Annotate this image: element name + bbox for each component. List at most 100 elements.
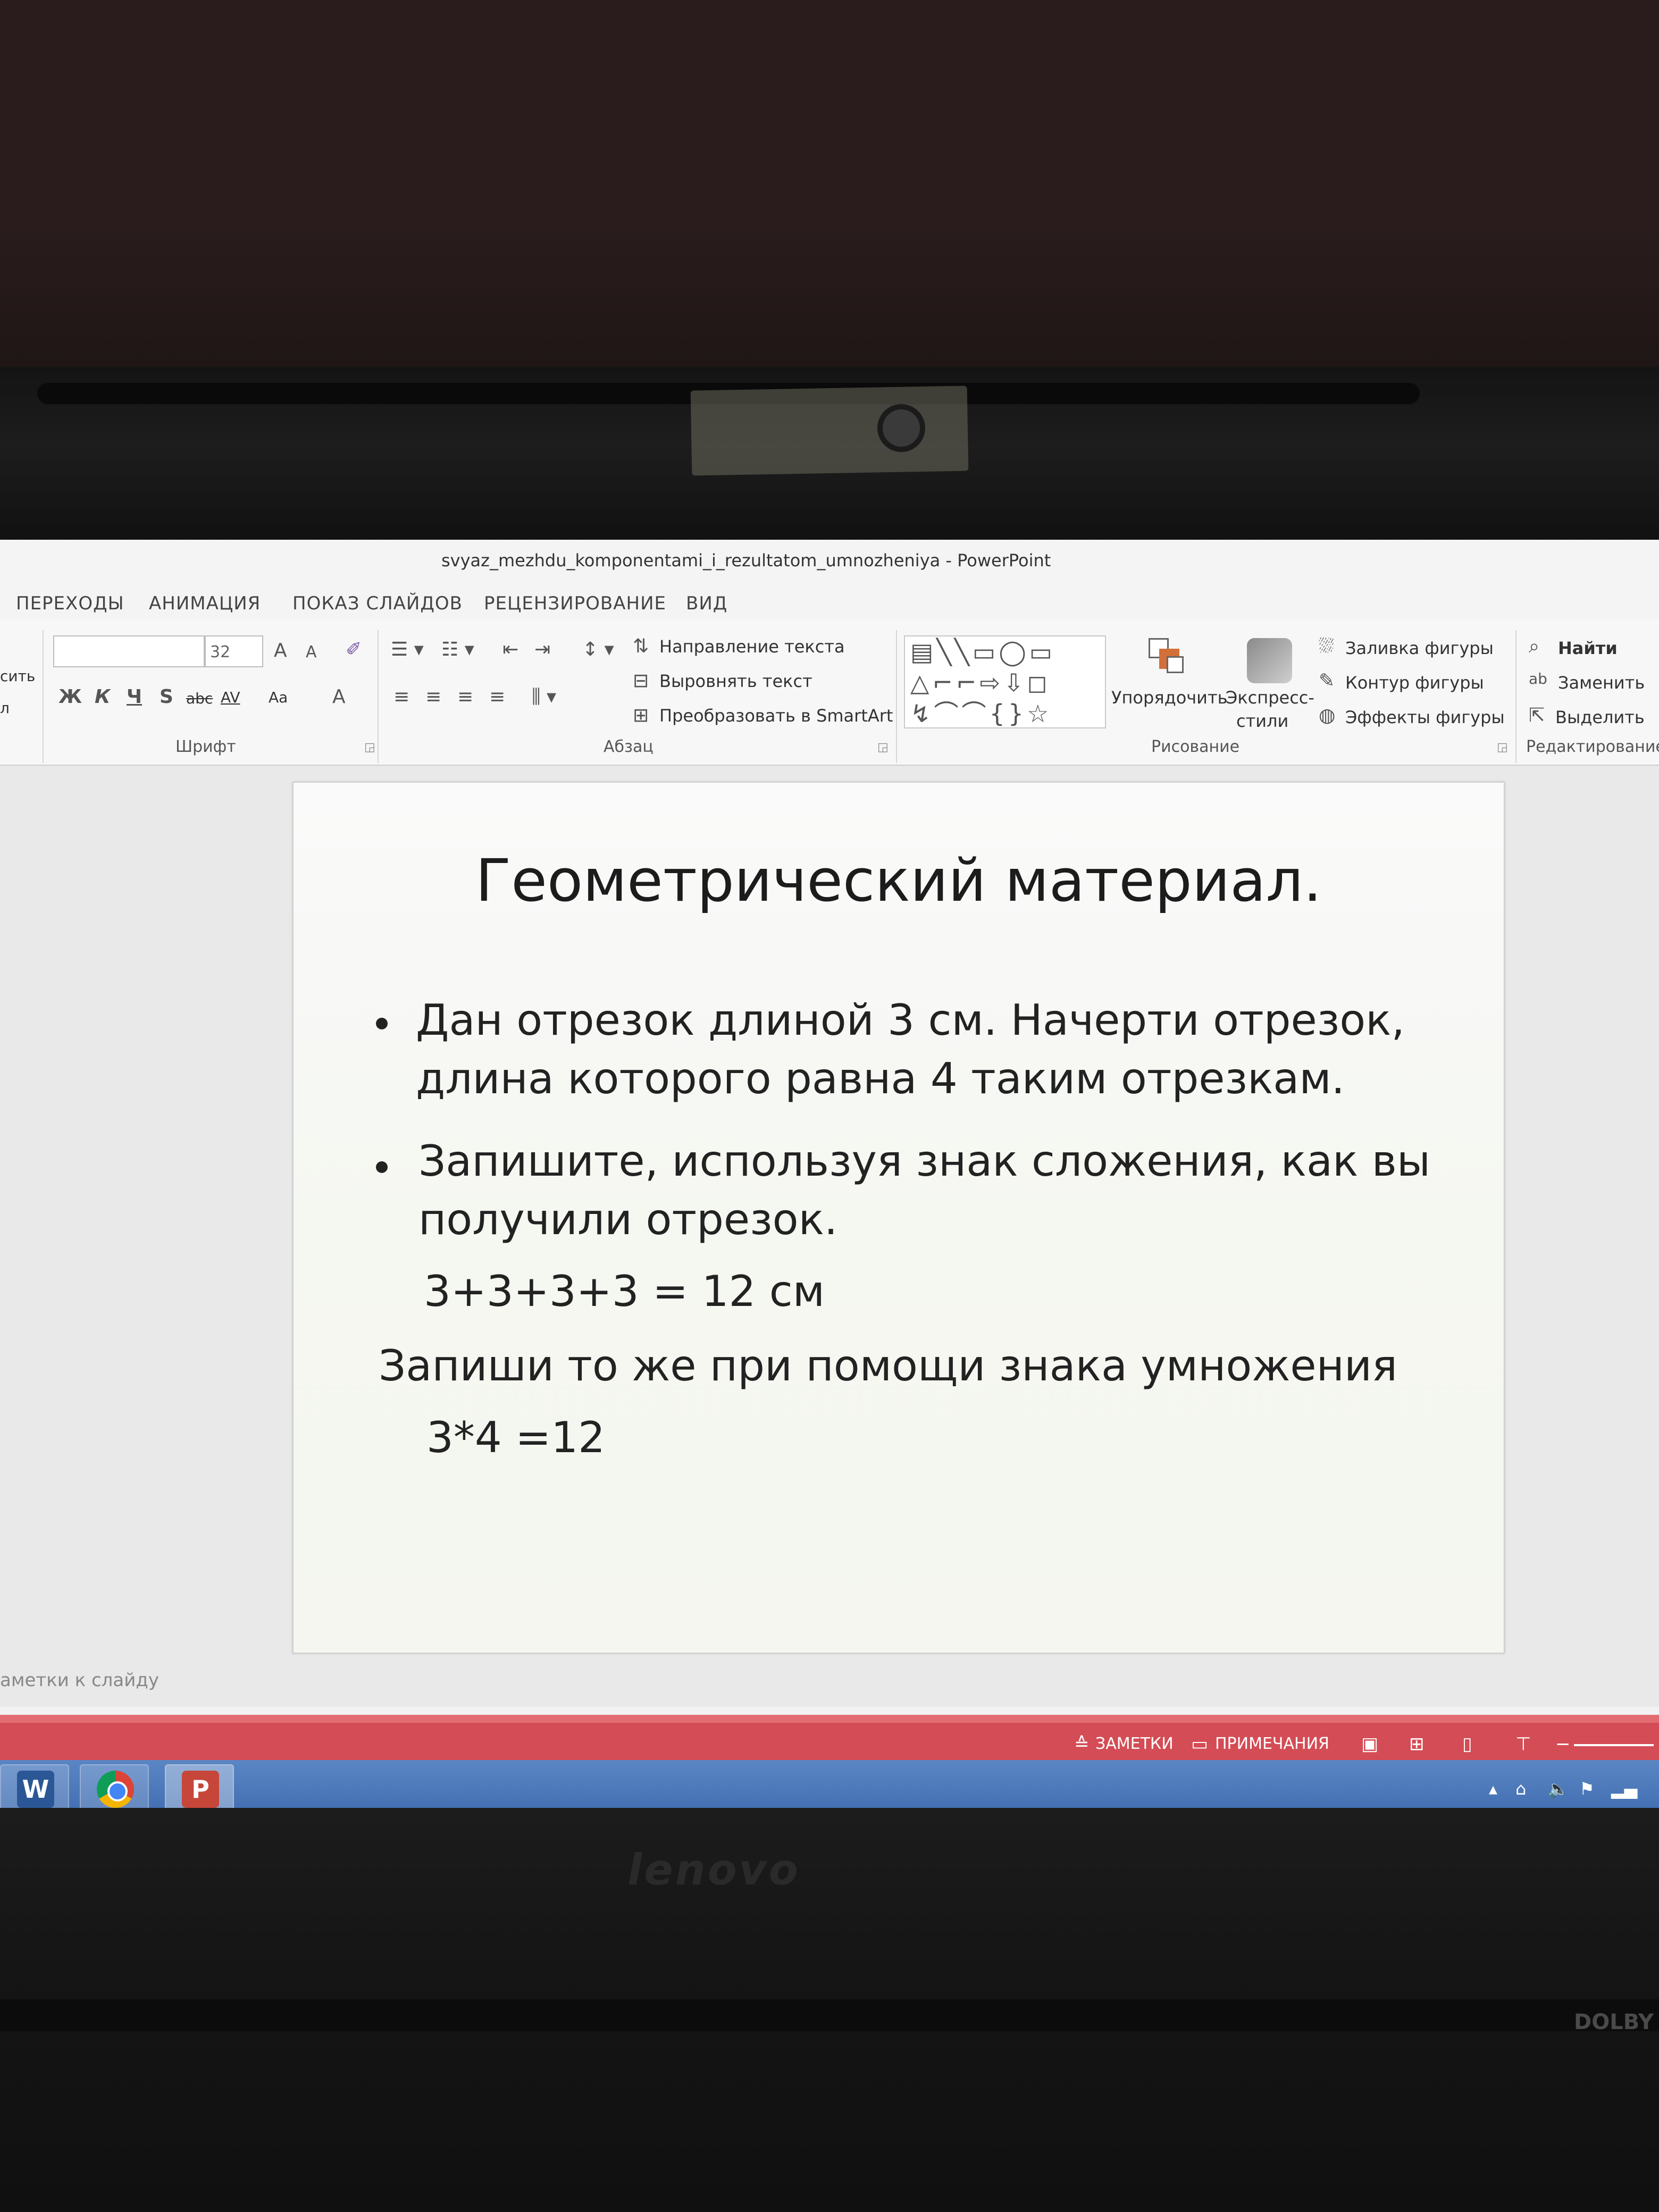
- clipboard-fragment-format[interactable]: л: [0, 699, 10, 717]
- zoom-out-icon[interactable]: −: [1555, 1733, 1571, 1755]
- line-spacing-icon[interactable]: ↕ ▾: [582, 639, 614, 660]
- taskbar: W P ▴ ⌂ 🔈 ⚑ ▂▄: [0, 1760, 1659, 1811]
- shape-outline-button[interactable]: Контур фигуры: [1345, 673, 1484, 693]
- comments-toggle[interactable]: ПРИМЕЧАНИЯ: [1215, 1735, 1329, 1753]
- editing-group-label: Редактирование: [1526, 738, 1659, 756]
- increase-indent-icon[interactable]: ⇥: [534, 639, 550, 660]
- shape-fill-button[interactable]: Заливка фигуры: [1345, 638, 1494, 658]
- reading-view-icon[interactable]: ▯: [1462, 1733, 1472, 1755]
- bullets-icon[interactable]: ☰ ▾: [391, 639, 424, 660]
- shape-fill-icon[interactable]: ⛆: [1319, 635, 1334, 658]
- paragraph-dialog-launcher-icon[interactable]: ◲: [877, 741, 889, 754]
- tray-overflow-icon[interactable]: ▴: [1489, 1779, 1497, 1799]
- slide-sorter-icon[interactable]: ⊞: [1409, 1733, 1425, 1755]
- tray-volume-icon[interactable]: 🔈: [1547, 1779, 1569, 1799]
- find-button[interactable]: Найти: [1558, 638, 1618, 658]
- tab-view[interactable]: ВИД: [686, 593, 727, 614]
- dolby-badge: DOLBY: [1574, 2010, 1654, 2034]
- text-direction-button[interactable]: Направление текста: [659, 636, 845, 657]
- bold-button[interactable]: Ж: [58, 686, 82, 708]
- bullet-1-line-1[interactable]: Дан отрезок длиной 3 см. Начерти отрезок…: [416, 995, 1405, 1045]
- notes-toggle[interactable]: ЗАМЕТКИ: [1095, 1735, 1174, 1753]
- numbering-icon[interactable]: ☷ ▾: [441, 639, 474, 660]
- taskbar-word-button[interactable]: W: [0, 1764, 69, 1811]
- comments-icon[interactable]: ▭: [1191, 1733, 1208, 1755]
- tray-flag-icon[interactable]: ⚑: [1579, 1779, 1595, 1799]
- select-button[interactable]: Выделить: [1555, 707, 1645, 727]
- tab-slideshow[interactable]: ПОКАЗ СЛАЙДОВ: [292, 593, 463, 614]
- slideshow-view-icon[interactable]: ⊤: [1515, 1733, 1531, 1755]
- group-separator: [378, 630, 379, 763]
- font-name-select[interactable]: [53, 635, 205, 667]
- tab-animation[interactable]: АНИМАЦИЯ: [149, 593, 261, 614]
- multiplication-equation[interactable]: 3*4 =12: [426, 1413, 605, 1462]
- taskbar-powerpoint-button[interactable]: P: [165, 1764, 234, 1811]
- select-icon[interactable]: ⇱: [1529, 705, 1545, 726]
- character-spacing-button[interactable]: AV: [221, 689, 240, 706]
- align-text-icon[interactable]: ⊟: [633, 670, 649, 692]
- convert-smartart-button[interactable]: Преобразовать в SmartArt: [659, 706, 893, 726]
- quick-styles-button-line2[interactable]: стили: [1236, 711, 1288, 731]
- group-separator: [1515, 630, 1516, 763]
- multiplication-instruction[interactable]: Запиши то же при помощи знака умножения: [379, 1341, 1397, 1390]
- tray-signal-icon[interactable]: ▂▄: [1611, 1779, 1637, 1799]
- shape-effects-button[interactable]: Эффекты фигуры: [1345, 707, 1505, 727]
- shape-outline-icon[interactable]: ✎: [1319, 670, 1335, 692]
- grow-font-button[interactable]: A: [274, 640, 287, 661]
- replace-icon[interactable]: ab: [1529, 670, 1547, 688]
- font-dialog-launcher-icon[interactable]: ◲: [364, 741, 375, 754]
- addition-equation[interactable]: 3+3+3+3 = 12 см: [424, 1267, 825, 1316]
- text-shadow-button[interactable]: S: [160, 686, 173, 708]
- shape-effects-icon[interactable]: ◍: [1319, 705, 1335, 726]
- columns-icon[interactable]: ⫼ ▾: [532, 686, 556, 708]
- slide-canvas[interactable]: Геометрический материал. Дан отрезок дли…: [292, 782, 1505, 1654]
- font-group-label: Шрифт: [175, 738, 236, 756]
- laptop-hinge: [0, 1999, 1659, 2031]
- underline-button[interactable]: Ч: [127, 686, 142, 708]
- screen: svyaz_mezhdu_komponentami_i_rezultatom_u…: [0, 540, 1659, 1811]
- italic-button[interactable]: К: [95, 686, 110, 708]
- drawing-dialog-launcher-icon[interactable]: ◲: [1497, 741, 1508, 754]
- decrease-indent-icon[interactable]: ⇤: [502, 639, 518, 660]
- arrange-icon[interactable]: [1149, 638, 1186, 675]
- bullet-1-line-2[interactable]: длина которого равна 4 таким отрезкам.: [416, 1054, 1345, 1103]
- align-right-icon[interactable]: ≡: [457, 686, 473, 708]
- quick-styles-button[interactable]: Экспресс-: [1226, 688, 1314, 708]
- bullet-2-line-2[interactable]: получили отрезок.: [418, 1195, 837, 1244]
- normal-view-icon[interactable]: ▣: [1361, 1733, 1378, 1755]
- notes-icon[interactable]: ≙: [1074, 1733, 1090, 1755]
- notes-placeholder[interactable]: аметки к слайду: [0, 1670, 159, 1691]
- tab-review[interactable]: РЕЦЕНЗИРОВАНИЕ: [484, 593, 666, 614]
- change-case-button[interactable]: Aa: [269, 689, 288, 706]
- justify-icon[interactable]: ≡: [489, 686, 505, 708]
- tab-transitions[interactable]: ПЕРЕХОДЫ: [16, 593, 124, 614]
- strikethrough-button[interactable]: abc: [186, 690, 213, 707]
- tray-network-icon[interactable]: ⌂: [1515, 1779, 1526, 1799]
- arrange-button[interactable]: Упорядочить: [1111, 688, 1227, 708]
- font-size-select[interactable]: 32: [205, 635, 263, 667]
- wall-background: [0, 0, 1659, 372]
- align-text-button[interactable]: Выровнять текст: [659, 671, 812, 691]
- text-direction-icon[interactable]: ⇅: [633, 635, 649, 657]
- slide-workspace: Геометрический материал. Дан отрезок дли…: [0, 766, 1659, 1707]
- webcam-sticker: [690, 386, 969, 476]
- align-left-icon[interactable]: ≡: [393, 686, 409, 708]
- smartart-icon[interactable]: ⊞: [633, 705, 649, 726]
- zoom-slider[interactable]: [1574, 1744, 1654, 1746]
- slide-title[interactable]: Геометрический материал.: [294, 847, 1504, 915]
- find-icon[interactable]: ⌕: [1529, 635, 1539, 658]
- font-color-button[interactable]: A: [332, 686, 346, 708]
- clipboard-fragment-paste[interactable]: сить: [0, 667, 35, 685]
- shapes-gallery[interactable]: ▤╲╲▭◯▭ △⌐⌐⇨⇩◻ ↯⌒⌒{}☆: [904, 635, 1106, 728]
- status-bar: ≙ ЗАМЕТКИ ▭ ПРИМЕЧАНИЯ ▣ ⊞ ▯ ⊤ −: [0, 1723, 1659, 1765]
- bullet-2-line-1[interactable]: Запишите, используя знак сложения, как в…: [418, 1136, 1430, 1186]
- laptop-brand-logo: lenovo: [627, 1845, 800, 1895]
- window-title: svyaz_mezhdu_komponentami_i_rezultatom_u…: [441, 550, 1051, 571]
- clear-formatting-icon[interactable]: ✐: [346, 639, 362, 660]
- shrink-font-button[interactable]: A: [306, 643, 317, 661]
- replace-button[interactable]: Заменить: [1558, 673, 1645, 693]
- quick-styles-icon[interactable]: [1247, 638, 1292, 683]
- taskbar-chrome-button[interactable]: [80, 1764, 149, 1811]
- chrome-icon: [97, 1771, 134, 1808]
- align-center-icon[interactable]: ≡: [425, 686, 441, 708]
